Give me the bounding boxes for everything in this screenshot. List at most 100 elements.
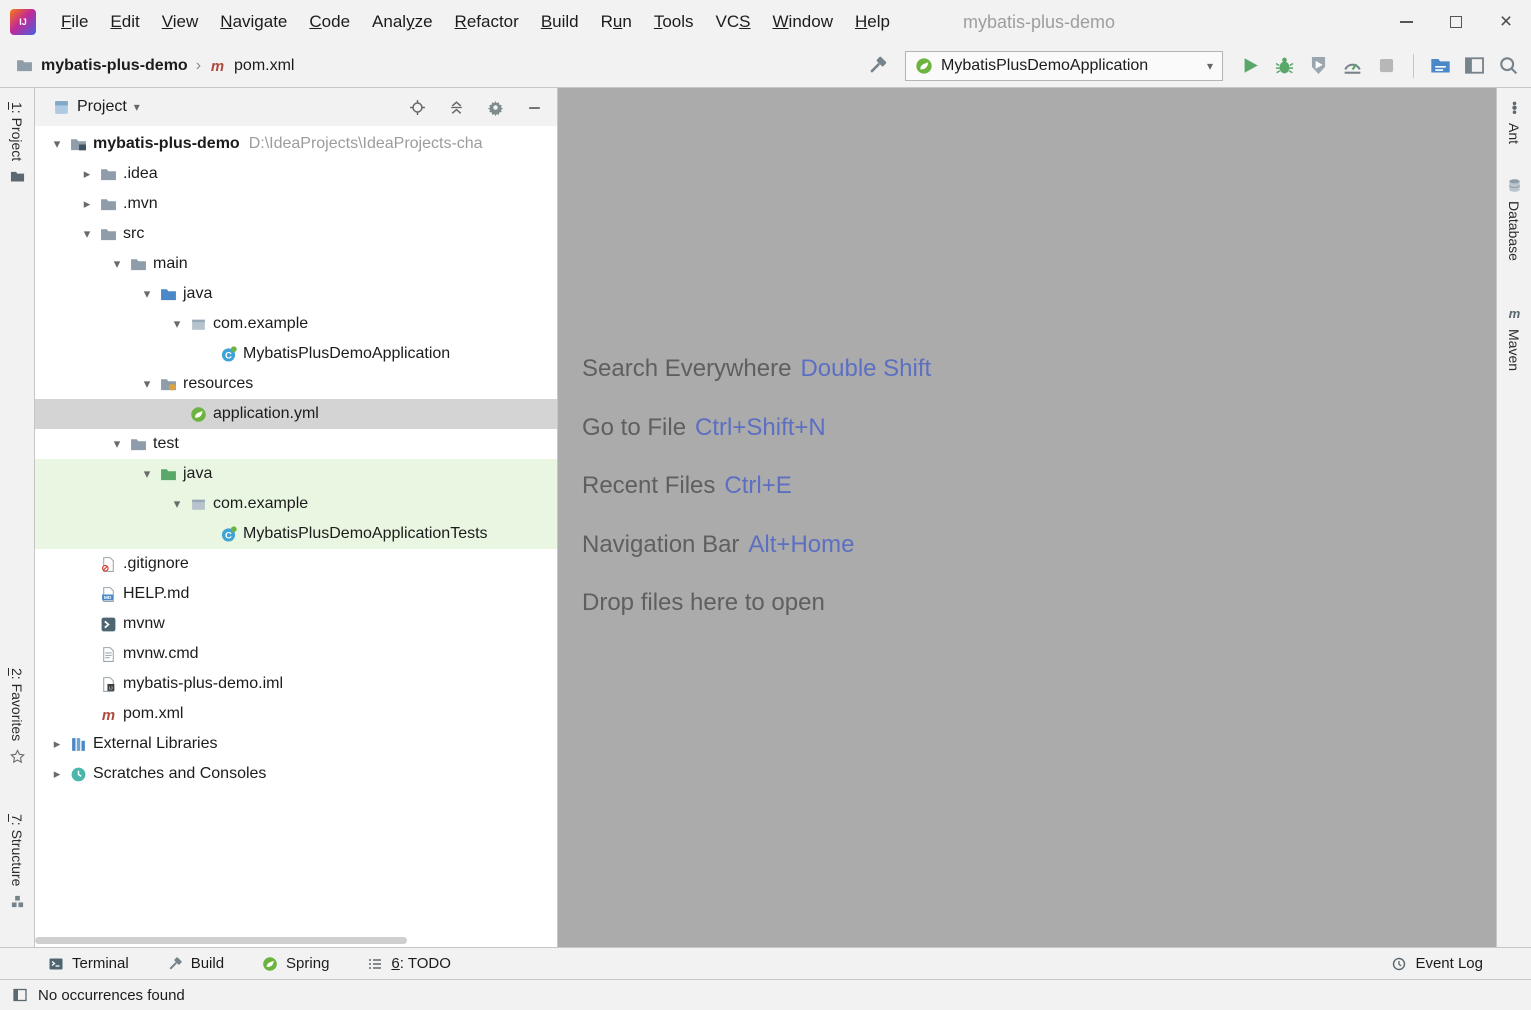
tree-toggle-icon[interactable]: ▾ xyxy=(165,316,189,332)
maximize-button[interactable] xyxy=(1431,0,1481,44)
tool-window-bar: Terminal Build Spring 6: TODO Event Log xyxy=(0,947,1531,979)
collapse-all-button[interactable] xyxy=(448,99,465,116)
left-tool-stripe: 1: Project 2: Favorites 7: Structure xyxy=(0,88,35,947)
project-tree: ▾mybatis-plus-demoD:\IdeaProjects\IdeaPr… xyxy=(35,126,557,947)
class-test-icon: C xyxy=(219,526,238,543)
tree-toggle-icon[interactable]: ▾ xyxy=(105,256,129,272)
run-configuration-selector[interactable]: MybatisPlusDemoApplication ▾ xyxy=(905,51,1223,81)
tree-row-com-example[interactable]: ▾com.example xyxy=(35,309,557,339)
build-project-button[interactable] xyxy=(867,55,888,76)
tree-toggle-icon[interactable]: ▸ xyxy=(45,736,69,752)
status-bar: No occurrences found xyxy=(0,979,1531,1010)
menu-run[interactable]: Run xyxy=(590,0,643,44)
chevron-down-icon[interactable]: ▾ xyxy=(134,100,140,114)
tree-toggle-icon[interactable]: ▾ xyxy=(135,466,159,482)
menu-view[interactable]: View xyxy=(151,0,210,44)
cmd-icon xyxy=(99,646,118,663)
tree-row-idea[interactable]: ▸.idea xyxy=(35,159,557,189)
hint-label: Navigation Bar xyxy=(582,531,739,559)
project-structure-button[interactable] xyxy=(1430,55,1451,76)
menu-tools[interactable]: Tools xyxy=(643,0,705,44)
breadcrumb-item-mybatis-plus-demo[interactable]: mybatis-plus-demo xyxy=(41,57,188,75)
debug-button[interactable] xyxy=(1274,55,1295,76)
editor-hint: Search EverywhereDouble Shift xyxy=(582,340,931,399)
menu-refactor[interactable]: Refactor xyxy=(444,0,530,44)
project-tab-icon xyxy=(53,99,70,116)
breadcrumb-item-pom-xml[interactable]: pom.xml xyxy=(234,57,294,75)
tool-stripe-ant[interactable]: Ant xyxy=(1497,100,1531,144)
svg-text:MD: MD xyxy=(104,595,112,601)
tree-toggle-icon[interactable]: ▸ xyxy=(75,166,99,182)
minimize-button[interactable] xyxy=(1381,0,1431,44)
tree-row-main[interactable]: ▾main xyxy=(35,249,557,279)
menu-vcs[interactable]: VCS xyxy=(705,0,762,44)
tool-stripe-2-favorites[interactable]: 2: Favorites xyxy=(0,668,34,764)
tree-item-label: resources xyxy=(183,375,253,393)
editor-area[interactable]: Search EverywhereDouble ShiftGo to FileC… xyxy=(558,88,1496,947)
menu-edit[interactable]: Edit xyxy=(99,0,150,44)
tree-toggle-icon[interactable]: ▾ xyxy=(135,376,159,392)
tool-stripe-maven[interactable]: mMaven xyxy=(1497,306,1531,371)
tree-row-mvnw-cmd[interactable]: mvnw.cmd xyxy=(35,639,557,669)
hint-shortcut: Ctrl+E xyxy=(724,472,791,500)
tree-row-mybatis-plus-demo[interactable]: ▾mybatis-plus-demoD:\IdeaProjects\IdeaPr… xyxy=(35,129,557,159)
panel-title[interactable]: Project xyxy=(77,98,127,116)
menu-build[interactable]: Build xyxy=(530,0,590,44)
tree-toggle-icon[interactable]: ▸ xyxy=(75,196,99,212)
menu-code[interactable]: Code xyxy=(298,0,361,44)
restore-layout-button[interactable] xyxy=(1464,55,1485,76)
tree-item-label: .gitignore xyxy=(123,555,189,573)
tree-row-mvnw[interactable]: mvnw xyxy=(35,609,557,639)
editor-hint: Drop files here to open xyxy=(582,574,931,633)
run-button[interactable] xyxy=(1240,55,1261,76)
stop-button xyxy=(1376,55,1397,76)
tree-toggle-icon[interactable]: ▾ xyxy=(165,496,189,512)
tool-window-quick-access-icon[interactable] xyxy=(12,987,28,1003)
tree-row-mybatisplusdemoapplication[interactable]: CMybatisPlusDemoApplication xyxy=(35,339,557,369)
run-with-coverage-button[interactable] xyxy=(1308,55,1329,76)
tool-stripe-7-structure[interactable]: 7: Structure xyxy=(0,814,34,909)
menu-window[interactable]: Window xyxy=(762,0,844,44)
menu-help[interactable]: Help xyxy=(844,0,901,44)
menu-file[interactable]: File xyxy=(50,0,99,44)
tree-row-resources[interactable]: ▾ resources xyxy=(35,369,557,399)
tree-row-pom-xml[interactable]: mpom.xml xyxy=(35,699,557,729)
tool-stripe-database[interactable]: Database xyxy=(1497,178,1531,261)
profiler-button[interactable] xyxy=(1342,55,1363,76)
tool-window-button-terminal[interactable]: Terminal xyxy=(48,955,129,972)
search-everywhere-button[interactable] xyxy=(1498,55,1519,76)
locate-file-button[interactable] xyxy=(409,99,426,116)
tree-toggle-icon[interactable]: ▾ xyxy=(135,286,159,302)
tree-toggle-icon[interactable]: ▾ xyxy=(75,226,99,242)
close-button[interactable]: × xyxy=(1481,0,1531,44)
tree-row-java[interactable]: ▾java xyxy=(35,279,557,309)
folder-icon xyxy=(99,226,118,243)
tree-row-java[interactable]: ▾java xyxy=(35,459,557,489)
tree-row-application-yml[interactable]: application.yml xyxy=(35,399,557,429)
tree-row-scratches-and-consoles[interactable]: ▸Scratches and Consoles xyxy=(35,759,557,789)
tool-window-button-spring[interactable]: Spring xyxy=(262,955,329,972)
tree-row-src[interactable]: ▾src xyxy=(35,219,557,249)
tree-row-com-example[interactable]: ▾com.example xyxy=(35,489,557,519)
tree-row-gitignore[interactable]: .gitignore xyxy=(35,549,557,579)
tool-window-button-event-log[interactable]: Event Log xyxy=(1391,955,1483,972)
menu-analyze[interactable]: Analyze xyxy=(361,0,444,44)
tree-row-help-md[interactable]: MDHELP.md xyxy=(35,579,557,609)
tree-toggle-icon[interactable]: ▾ xyxy=(105,436,129,452)
tree-toggle-icon[interactable]: ▾ xyxy=(45,136,69,152)
tool-stripe-1-project[interactable]: 1: Project xyxy=(0,102,34,184)
hint-label: Recent Files xyxy=(582,472,715,500)
menu-navigate[interactable]: Navigate xyxy=(209,0,298,44)
horizontal-scrollbar[interactable] xyxy=(35,937,407,944)
tool-window-button-build[interactable]: Build xyxy=(167,955,224,972)
shell-icon xyxy=(99,616,118,633)
hide-panel-button[interactable] xyxy=(526,99,543,116)
tree-row-external-libraries[interactable]: ▸External Libraries xyxy=(35,729,557,759)
settings-gear-button[interactable] xyxy=(487,99,504,116)
tool-window-button-6-todo[interactable]: 6: TODO xyxy=(367,955,450,972)
tree-row-mybatisplusdemoapplicationtests[interactable]: CMybatisPlusDemoApplicationTests xyxy=(35,519,557,549)
tree-row-mybatis-plus-demo-iml[interactable]: IJmybatis-plus-demo.iml xyxy=(35,669,557,699)
tree-row-mvn[interactable]: ▸.mvn xyxy=(35,189,557,219)
tree-row-test[interactable]: ▾test xyxy=(35,429,557,459)
tree-toggle-icon[interactable]: ▸ xyxy=(45,766,69,782)
